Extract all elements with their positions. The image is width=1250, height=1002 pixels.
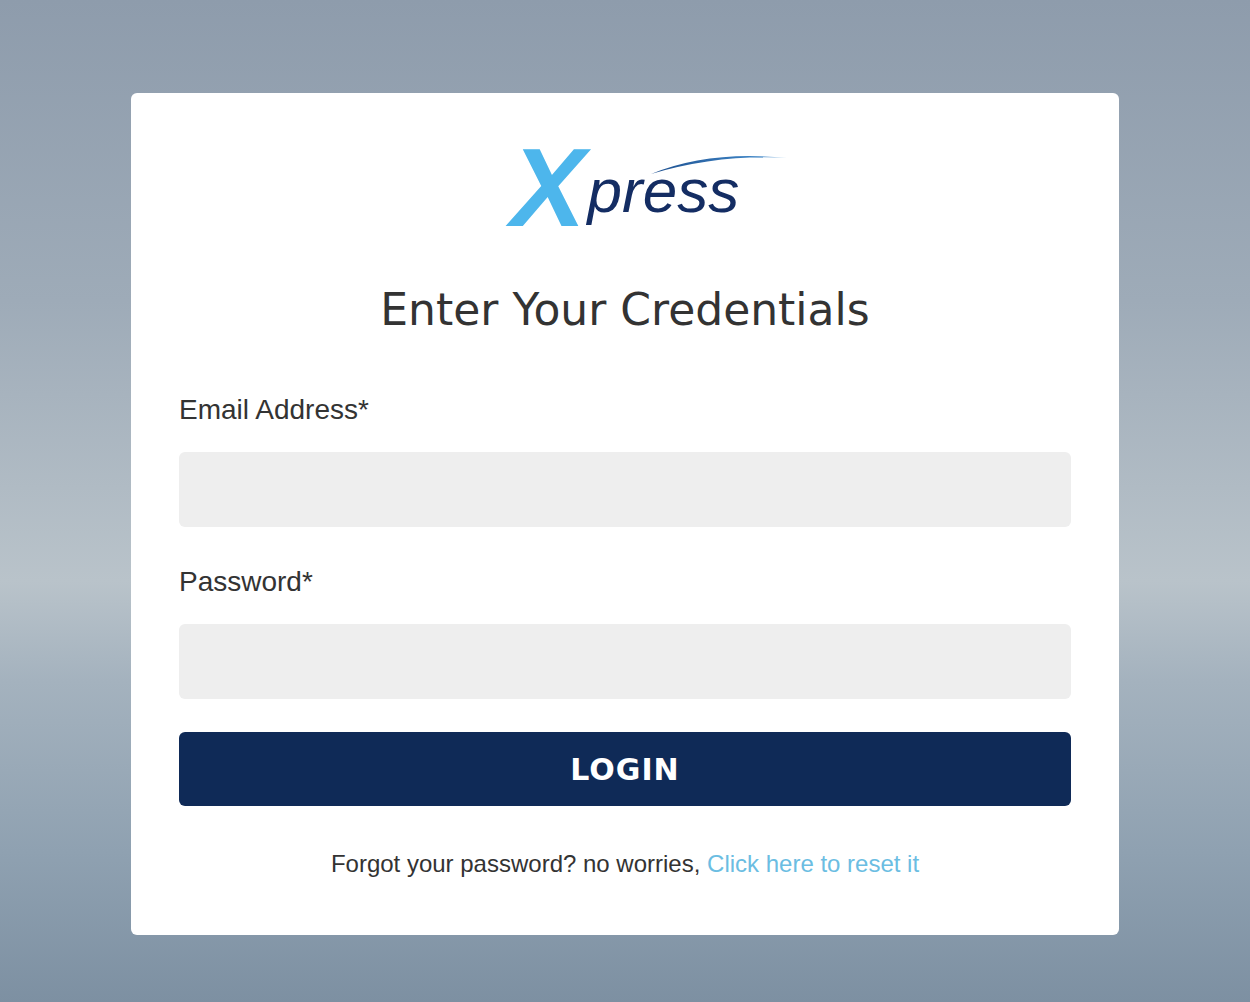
swoosh-icon	[649, 148, 789, 176]
heading: Enter Your Credentials	[179, 282, 1071, 338]
reset-hint: Forgot your password? no worries, Click …	[179, 849, 1071, 879]
reset-link[interactable]: Click here to reset it	[707, 850, 919, 877]
form-field: Email Address*	[179, 393, 1071, 527]
logo-mark: X	[511, 140, 586, 236]
field-label: Password*	[179, 565, 1071, 599]
password-input[interactable]	[179, 624, 1071, 699]
login-button[interactable]: LOGIN	[179, 732, 1071, 806]
form-field: Password*	[179, 565, 1071, 699]
email-input[interactable]	[179, 452, 1071, 527]
background-photo: Xpress Enter Your Credentials Email Addres…	[0, 0, 1250, 1002]
logo-text: press	[588, 160, 740, 236]
logo: Xpress	[179, 140, 1071, 236]
login-card: Xpress Enter Your Credentials Email Addres…	[131, 93, 1119, 935]
field-label: Email Address*	[179, 393, 1071, 427]
